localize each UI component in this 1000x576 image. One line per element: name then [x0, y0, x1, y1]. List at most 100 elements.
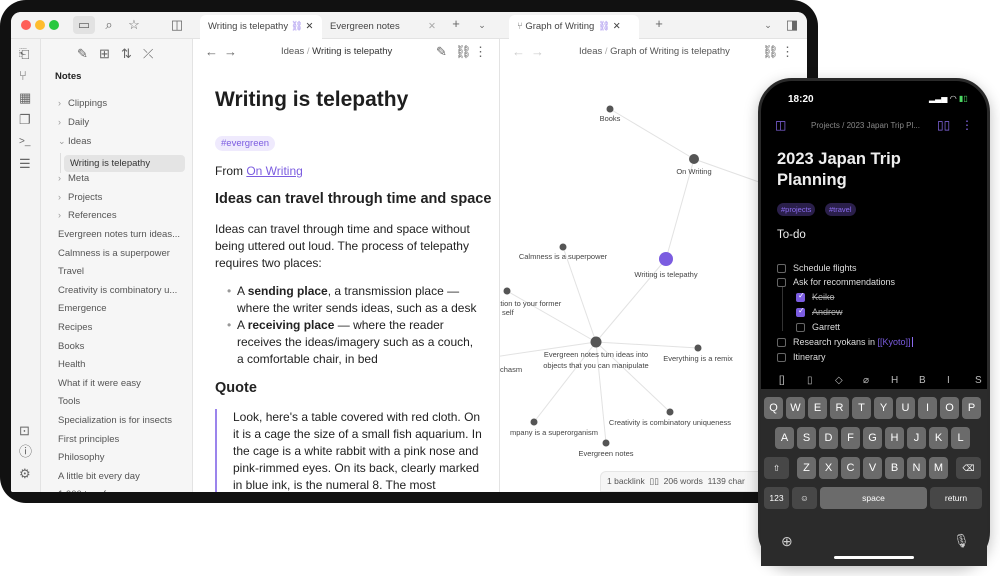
tab-writing-is-telepathy[interactable]: Writing is telepathy ⛓ ✕	[200, 15, 322, 39]
key-o[interactable]: O	[940, 397, 959, 419]
folder-daily[interactable]: › Daily	[58, 117, 89, 128]
note-item[interactable]: Books	[58, 341, 84, 352]
breadcrumb-parent[interactable]: Ideas	[281, 46, 304, 57]
note-item[interactable]: Specialization is for insects	[58, 415, 172, 426]
note-item[interactable]: What if it were easy	[58, 378, 141, 389]
key-a[interactable]: A	[775, 427, 794, 449]
new-note-icon[interactable]: ✎	[77, 47, 88, 61]
graph-view-icon[interactable]: ⑂	[19, 69, 27, 83]
task-checkbox[interactable]: ✓	[796, 306, 805, 317]
key-v[interactable]: V	[863, 457, 882, 479]
open-quick-switcher-icon[interactable]: ⎗	[19, 47, 29, 61]
task-checkbox[interactable]: ✓	[796, 291, 805, 302]
back-arrow-icon[interactable]: ←	[205, 45, 218, 59]
new-tab-icon[interactable]: +	[652, 17, 666, 31]
key-i[interactable]: I	[918, 397, 937, 419]
heading-icon[interactable]: H	[891, 375, 898, 386]
new-tab-icon[interactable]: +	[449, 17, 463, 31]
globe-icon[interactable]: ⊕	[781, 533, 793, 550]
chevron-down-icon[interactable]: ⌄	[475, 18, 489, 32]
close-tab-icon[interactable]: ✕	[305, 21, 313, 32]
task-text[interactable]: Ask for recommendations	[793, 277, 895, 287]
key-j[interactable]: J	[907, 427, 926, 449]
note-item[interactable]: Tools	[58, 396, 80, 407]
key-b[interactable]: B	[885, 457, 904, 479]
active-note[interactable]: Writing is telepathy	[64, 155, 185, 172]
reading-mode-icon[interactable]: ▯▯	[937, 118, 950, 132]
key-y[interactable]: Y	[874, 397, 893, 419]
graph-node[interactable]	[659, 252, 673, 266]
graph-node[interactable]	[559, 243, 567, 251]
chevron-down-icon[interactable]: ⌄	[761, 18, 775, 32]
note-item[interactable]: Recipes	[58, 322, 92, 333]
task-text[interactable]: Research ryokans in [[Kyoto]]	[793, 337, 913, 347]
graph-node[interactable]	[590, 336, 602, 348]
microphone-icon[interactable]: 🎙︎	[953, 533, 970, 549]
folder-meta[interactable]: › Meta	[58, 173, 89, 184]
italic-icon[interactable]: I	[947, 375, 950, 386]
key-e[interactable]: E	[808, 397, 827, 419]
key-h[interactable]: H	[885, 427, 904, 449]
key-r[interactable]: R	[830, 397, 849, 419]
note-item[interactable]: Travel	[58, 266, 84, 277]
graph-node[interactable]	[602, 439, 610, 447]
forward-arrow-icon[interactable]: →	[224, 45, 237, 59]
task-checkbox[interactable]	[777, 264, 786, 273]
delete-key[interactable]: ⌫	[956, 457, 981, 479]
star-icon[interactable]: ☆	[126, 18, 142, 32]
close-window-button[interactable]	[21, 20, 31, 30]
sort-icon[interactable]: ⇅	[121, 47, 132, 61]
right-sidebar-toggle-icon[interactable]: ◨	[784, 18, 800, 32]
home-indicator[interactable]	[834, 556, 914, 559]
key-t[interactable]: T	[852, 397, 871, 419]
bold-icon[interactable]: B	[919, 375, 926, 386]
key-n[interactable]: N	[907, 457, 926, 479]
collapse-all-icon[interactable]: ⤫	[143, 47, 153, 61]
templates-icon[interactable]: ☰	[19, 157, 31, 171]
key-w[interactable]: W	[786, 397, 805, 419]
search-icon[interactable]: ⌕	[101, 18, 117, 32]
copy-icon[interactable]: ❐	[19, 113, 31, 127]
strikethrough-icon[interactable]: S	[975, 375, 982, 386]
attachment-icon[interactable]: ⌀	[863, 375, 869, 386]
key-d[interactable]: D	[819, 427, 838, 449]
close-tab-icon[interactable]: ✕	[613, 21, 621, 32]
task-checkbox[interactable]	[777, 278, 786, 287]
note-item[interactable]: Calmness is a superpower	[58, 248, 170, 259]
edit-icon[interactable]: ✎	[436, 45, 447, 59]
note-item[interactable]: Evergreen notes turn ideas...	[58, 229, 180, 240]
note-item[interactable]: 1,000 true fans	[58, 489, 121, 492]
terminal-icon[interactable]: >_	[19, 135, 30, 149]
file-icon[interactable]: ▯	[807, 375, 813, 386]
space-key[interactable]: space	[820, 487, 927, 509]
key-q[interactable]: Q	[764, 397, 783, 419]
maximize-window-button[interactable]	[49, 20, 59, 30]
key-x[interactable]: X	[819, 457, 838, 479]
task-text[interactable]: Andrew	[812, 307, 843, 317]
more-options-icon[interactable]: ⋮	[961, 118, 973, 132]
task-text[interactable]: Schedule flights	[793, 263, 857, 273]
key-g[interactable]: G	[863, 427, 882, 449]
folder-references[interactable]: › References	[58, 210, 117, 221]
note-item[interactable]: Philosophy	[58, 452, 104, 463]
key-z[interactable]: Z	[797, 457, 816, 479]
settings-icon[interactable]: ⚙	[19, 467, 31, 481]
tag-icon[interactable]: ◇	[835, 375, 843, 386]
folder-ideas[interactable]: ⌄ Ideas	[58, 136, 91, 147]
tag-travel[interactable]: #travel	[825, 203, 856, 216]
folder-projects[interactable]: › Projects	[58, 192, 102, 203]
task-checkbox[interactable]	[777, 338, 786, 347]
key-f[interactable]: F	[841, 427, 860, 449]
task-text[interactable]: Keiko	[812, 292, 835, 302]
numbers-key[interactable]: 123	[764, 487, 789, 509]
wikilink-icon[interactable]: []	[779, 375, 785, 386]
sidebar-toggle-icon[interactable]: ◫	[169, 18, 185, 32]
close-tab-icon[interactable]: ✕	[428, 21, 436, 32]
graph-node[interactable]	[503, 287, 511, 295]
tab-evergreen-notes[interactable]: Evergreen notes ✕	[322, 15, 442, 39]
note-item[interactable]: Health	[58, 359, 85, 370]
shift-key[interactable]: ⇧	[764, 457, 789, 479]
graph-node[interactable]	[689, 154, 699, 164]
tag-evergreen[interactable]: #evergreen	[215, 136, 276, 151]
minimize-window-button[interactable]	[35, 20, 45, 30]
